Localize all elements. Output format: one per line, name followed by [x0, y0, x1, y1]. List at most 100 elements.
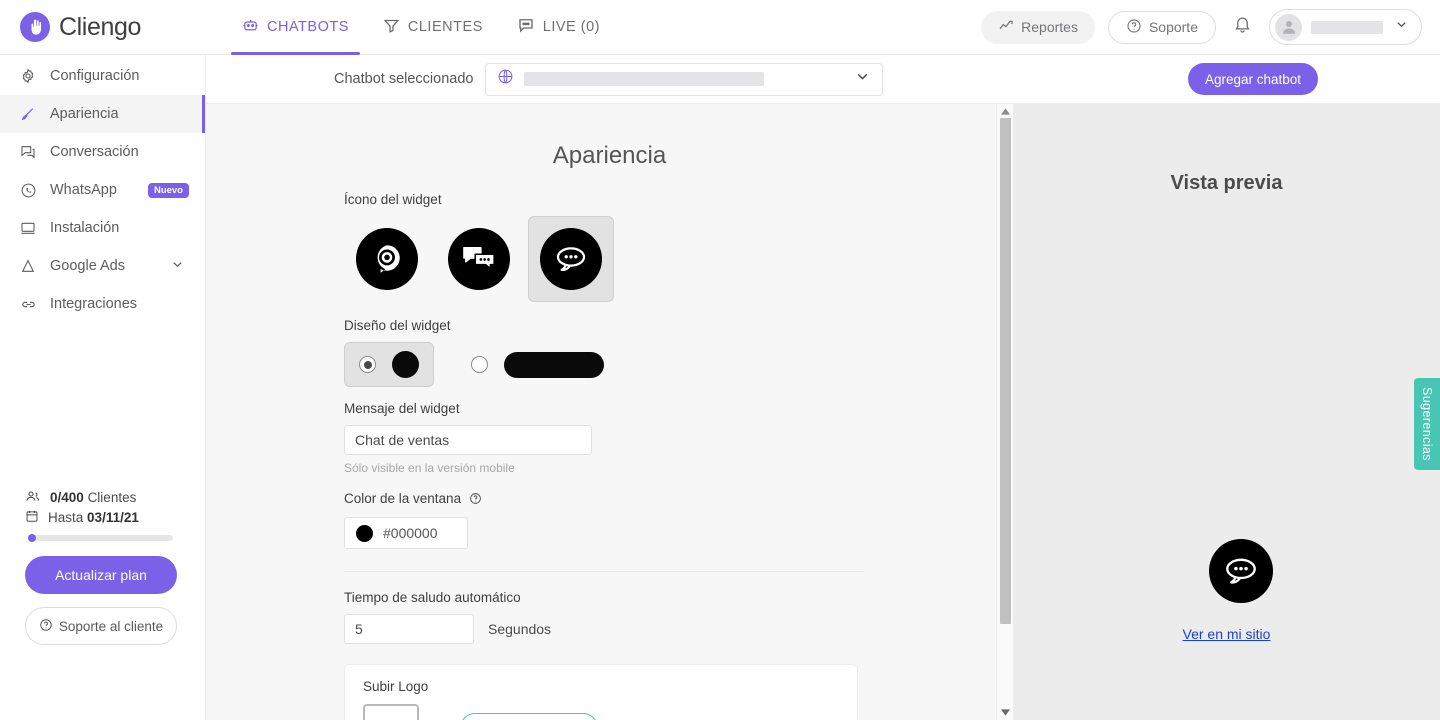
gear-icon — [19, 68, 37, 84]
whatsapp-icon — [19, 182, 37, 199]
scroll-up-arrow[interactable] — [997, 104, 1013, 119]
link-icon — [19, 296, 37, 313]
section-divider — [344, 571, 864, 572]
status-badge: Nuevo — [147, 182, 189, 198]
sidebar-item-whatsapp[interactable]: WhatsApp Nuevo — [0, 171, 205, 209]
sidebar-item-configuracion[interactable]: Configuración — [0, 57, 205, 95]
upload-logo-label: Subir Logo — [363, 679, 429, 694]
oval-dots-bubble-icon — [1226, 558, 1256, 584]
avatar — [1275, 13, 1302, 41]
help-circle-icon — [39, 618, 53, 635]
globe-icon — [497, 68, 514, 90]
widget-design-option-pill[interactable] — [456, 343, 619, 387]
main-nav: CHATBOTS CLIENTES LIVE (0) — [225, 0, 617, 55]
image-placeholder-icon[interactable] — [363, 704, 419, 720]
account-menu[interactable] — [1269, 9, 1422, 45]
widget-design-field: Diseño del widget — [344, 318, 864, 387]
widget-icon-label: Ícono del widget — [344, 192, 442, 207]
calendar-icon — [25, 509, 39, 526]
scrollbar-thumb[interactable] — [1000, 118, 1011, 624]
top-right-controls: Reportes Soporte — [981, 9, 1440, 45]
appearance-form-panel: Apariencia Ícono del widget Diseño del w… — [206, 104, 1013, 720]
reportes-button[interactable]: Reportes — [981, 10, 1095, 44]
customer-support-button[interactable]: Soporte al cliente — [25, 607, 177, 645]
add-chatbot-button[interactable]: Agregar chatbot — [1187, 63, 1318, 95]
radio-pill[interactable] — [471, 356, 488, 373]
widget-icon-field: Ícono del widget — [344, 192, 864, 302]
sidebar-item-conversacion[interactable]: Conversación — [0, 133, 205, 171]
greeting-time-label: Tiempo de saludo automático — [344, 590, 521, 605]
people-icon — [25, 489, 41, 506]
sidebar-item-label: Google Ads — [50, 258, 125, 274]
chatbot-select[interactable] — [485, 62, 884, 96]
form-scrollbar[interactable] — [996, 104, 1013, 720]
soporte-button[interactable]: Soporte — [1107, 10, 1216, 44]
plan-expiry-label: Hasta — [48, 510, 84, 525]
sidebar-item-instalacion[interactable]: Instalación — [0, 209, 205, 247]
account-name — [1311, 20, 1383, 34]
radio-circle[interactable] — [359, 356, 376, 373]
widget-design-options — [344, 342, 864, 387]
widget-design-option-circle[interactable] — [344, 342, 434, 387]
help-circle-icon — [1126, 18, 1142, 37]
funnel-icon — [383, 17, 400, 38]
clients-count: 0/400 — [50, 490, 84, 505]
plan-summary: 0/400 Clientes Hasta 03/11/21 Actualizar… — [0, 489, 206, 645]
view-on-site-link[interactable]: Ver en mi sitio — [1013, 626, 1440, 642]
sidebar-item-label: Instalación — [50, 220, 120, 236]
preview-panel: Vista previa Ver en mi sitio Sugerencias — [1013, 104, 1440, 720]
greeting-time-field: Tiempo de saludo automático Segundos — [344, 590, 864, 644]
widget-icon-option-oval-dots-bubble[interactable] — [528, 216, 614, 302]
sidebar-item-label: Apariencia — [50, 106, 119, 122]
chat-bubble-icon — [517, 16, 535, 38]
preview-widget-button[interactable] — [1209, 539, 1273, 603]
widget-icon-option-double-bubble[interactable] — [436, 216, 522, 302]
tab-chatbots[interactable]: CHATBOTS — [225, 0, 366, 55]
tab-clientes[interactable]: CLIENTES — [366, 0, 500, 55]
plan-progress-bar — [28, 534, 173, 542]
soporte-label: Soporte — [1148, 19, 1198, 35]
preview-title: Vista previa — [1170, 172, 1283, 194]
widget-icon-options — [344, 216, 864, 302]
oval-dots-bubble-icon — [540, 228, 602, 290]
bell-icon[interactable] — [1229, 11, 1256, 43]
scroll-down-arrow[interactable] — [997, 705, 1013, 720]
chevron-down-icon[interactable] — [170, 257, 185, 276]
widget-message-helper: Sólo visible en la versión mobile — [344, 461, 515, 475]
sidebar-item-label: Conversación — [50, 144, 139, 160]
sidebar-item-label: WhatsApp — [50, 182, 117, 198]
pill-shape-preview — [504, 351, 604, 378]
app-root: Cliengo CHATBOTS CLIENTES LIVE (0) Repor… — [0, 0, 1440, 720]
clients-label: Clientes — [87, 490, 137, 505]
brand-logo[interactable]: Cliengo — [0, 12, 210, 42]
help-circle-icon[interactable] — [469, 492, 482, 508]
tab-live[interactable]: LIVE (0) — [500, 0, 617, 55]
change-image-button[interactable]: Cambiar Imagen — [460, 713, 598, 720]
double-chat-bubble-icon — [448, 228, 510, 290]
window-color-input[interactable]: #000000 — [344, 517, 468, 549]
circle-shape-preview — [392, 351, 419, 378]
brand-name: Cliengo — [59, 12, 141, 41]
upgrade-plan-button[interactable]: Actualizar plan — [25, 556, 177, 594]
sidebar-item-integraciones[interactable]: Integraciones — [0, 285, 205, 323]
chevron-down-icon — [1394, 17, 1409, 37]
upload-logo-card: Subir Logo — [344, 664, 858, 720]
plan-expiry: Hasta 03/11/21 — [25, 509, 181, 526]
widget-message-field: Mensaje del widget Sólo visible en la ve… — [344, 401, 864, 475]
widget-icon-option-target-bubble[interactable] — [344, 216, 430, 302]
selected-chatbot-value — [524, 72, 765, 86]
sidebar-item-google-ads[interactable]: Google Ads — [0, 247, 205, 285]
sidebar-item-apariencia[interactable]: Apariencia — [0, 95, 205, 133]
window-color-field: Color de la ventana #000000 — [344, 491, 864, 549]
suggestions-tab-label: Sugerencias — [1420, 387, 1434, 461]
suggestions-tab[interactable]: Sugerencias — [1414, 378, 1440, 470]
sidebar-item-label: Integraciones — [50, 296, 138, 312]
reportes-label: Reportes — [1021, 19, 1078, 35]
greeting-time-input[interactable] — [344, 614, 474, 644]
widget-message-input[interactable] — [344, 425, 592, 455]
tab-live-label: LIVE (0) — [542, 19, 600, 35]
chats-icon — [19, 144, 37, 160]
hand-icon — [20, 12, 50, 42]
sidebar: Configuración Apariencia Conversación Wh… — [0, 55, 206, 720]
target-bubble-icon — [356, 228, 418, 290]
